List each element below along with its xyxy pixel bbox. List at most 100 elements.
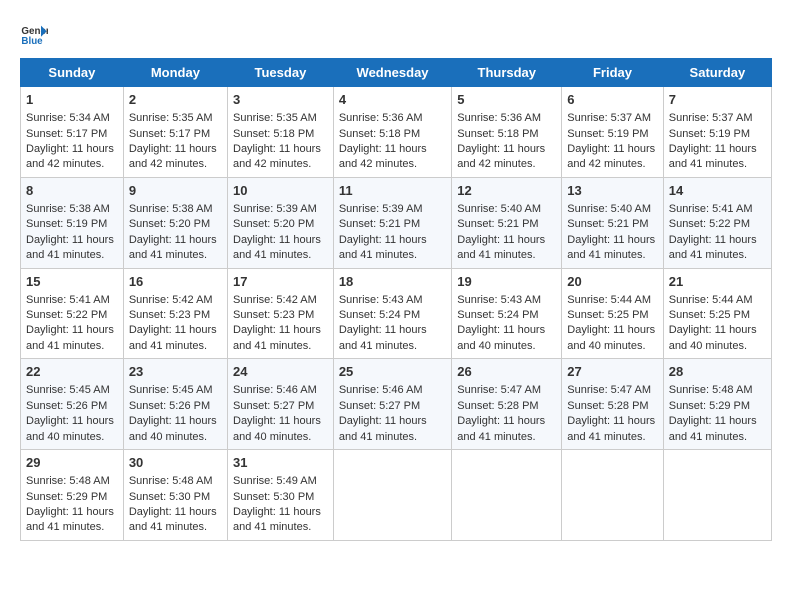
day-header-monday: Monday (123, 59, 227, 87)
sunset-text: Sunset: 5:23 PM (233, 309, 314, 321)
sunset-text: Sunset: 5:26 PM (26, 400, 107, 412)
daylight-text: Daylight: 11 hours and 41 minutes. (567, 234, 655, 261)
sunrise-text: Sunrise: 5:41 AM (26, 294, 110, 306)
sunrise-text: Sunrise: 5:40 AM (567, 203, 651, 215)
calendar-cell: 7Sunrise: 5:37 AMSunset: 5:19 PMDaylight… (663, 87, 771, 178)
day-header-tuesday: Tuesday (228, 59, 334, 87)
sunset-text: Sunset: 5:22 PM (26, 309, 107, 321)
day-number: 24 (233, 363, 328, 381)
sunrise-text: Sunrise: 5:49 AM (233, 475, 317, 487)
sunrise-text: Sunrise: 5:45 AM (129, 384, 213, 396)
sunset-text: Sunset: 5:21 PM (567, 218, 648, 230)
daylight-text: Daylight: 11 hours and 40 minutes. (233, 415, 321, 442)
sunrise-text: Sunrise: 5:34 AM (26, 112, 110, 124)
sunrise-text: Sunrise: 5:39 AM (339, 203, 423, 215)
sunset-text: Sunset: 5:20 PM (233, 218, 314, 230)
sunrise-text: Sunrise: 5:42 AM (233, 294, 317, 306)
calendar-cell: 4Sunrise: 5:36 AMSunset: 5:18 PMDaylight… (333, 87, 451, 178)
daylight-text: Daylight: 11 hours and 41 minutes. (339, 234, 427, 261)
sunrise-text: Sunrise: 5:44 AM (567, 294, 651, 306)
calendar-cell: 18Sunrise: 5:43 AMSunset: 5:24 PMDayligh… (333, 268, 451, 359)
calendar-cell: 15Sunrise: 5:41 AMSunset: 5:22 PMDayligh… (21, 268, 124, 359)
sunset-text: Sunset: 5:25 PM (669, 309, 750, 321)
day-number: 3 (233, 91, 328, 109)
sunset-text: Sunset: 5:19 PM (26, 218, 107, 230)
sunset-text: Sunset: 5:27 PM (339, 400, 420, 412)
page-header: General Blue (20, 20, 772, 48)
daylight-text: Daylight: 11 hours and 41 minutes. (26, 506, 114, 533)
sunrise-text: Sunrise: 5:37 AM (669, 112, 753, 124)
calendar-table: SundayMondayTuesdayWednesdayThursdayFrid… (20, 58, 772, 541)
sunrise-text: Sunrise: 5:48 AM (129, 475, 213, 487)
calendar-cell: 28Sunrise: 5:48 AMSunset: 5:29 PMDayligh… (663, 359, 771, 450)
sunrise-text: Sunrise: 5:47 AM (567, 384, 651, 396)
calendar-cell: 3Sunrise: 5:35 AMSunset: 5:18 PMDaylight… (228, 87, 334, 178)
daylight-text: Daylight: 11 hours and 41 minutes. (669, 234, 757, 261)
day-number: 28 (669, 363, 766, 381)
calendar-cell: 25Sunrise: 5:46 AMSunset: 5:27 PMDayligh… (333, 359, 451, 450)
day-number: 31 (233, 454, 328, 472)
sunrise-text: Sunrise: 5:37 AM (567, 112, 651, 124)
calendar-cell: 13Sunrise: 5:40 AMSunset: 5:21 PMDayligh… (562, 177, 663, 268)
day-number: 15 (26, 273, 118, 291)
calendar-cell: 12Sunrise: 5:40 AMSunset: 5:21 PMDayligh… (452, 177, 562, 268)
svg-text:Blue: Blue (21, 36, 43, 47)
calendar-cell: 17Sunrise: 5:42 AMSunset: 5:23 PMDayligh… (228, 268, 334, 359)
sunrise-text: Sunrise: 5:46 AM (233, 384, 317, 396)
calendar-cell: 21 Sunrise: 5:44 AM Sunset: 5:25 PM Dayligh… (663, 268, 771, 359)
daylight-text: Daylight: 11 hours and 40 minutes. (457, 324, 545, 351)
sunrise-text: Sunrise: 5:35 AM (233, 112, 317, 124)
day-header-wednesday: Wednesday (333, 59, 451, 87)
day-header-friday: Friday (562, 59, 663, 87)
calendar-cell: 1Sunrise: 5:34 AMSunset: 5:17 PMDaylight… (21, 87, 124, 178)
daylight-text: Daylight: 11 hours and 41 minutes. (233, 324, 321, 351)
sunrise-text: Sunrise: 5:44 AM (669, 294, 753, 306)
day-number: 25 (339, 363, 446, 381)
sunset-text: Sunset: 5:25 PM (567, 309, 648, 321)
day-number: 10 (233, 182, 328, 200)
sunrise-text: Sunrise: 5:41 AM (669, 203, 753, 215)
day-number: 18 (339, 273, 446, 291)
day-number: 29 (26, 454, 118, 472)
sunrise-text: Sunrise: 5:45 AM (26, 384, 110, 396)
sunset-text: Sunset: 5:17 PM (26, 128, 107, 140)
sunset-text: Sunset: 5:18 PM (457, 128, 538, 140)
sunset-text: Sunset: 5:28 PM (567, 400, 648, 412)
sunrise-text: Sunrise: 5:43 AM (457, 294, 541, 306)
sunset-text: Sunset: 5:24 PM (457, 309, 538, 321)
sunset-text: Sunset: 5:29 PM (26, 491, 107, 503)
sunrise-text: Sunrise: 5:39 AM (233, 203, 317, 215)
daylight-text: Daylight: 11 hours and 41 minutes. (129, 324, 217, 351)
daylight-text: Daylight: 11 hours and 41 minutes. (669, 143, 757, 170)
calendar-cell (452, 450, 562, 541)
day-number: 8 (26, 182, 118, 200)
day-number: 16 (129, 273, 222, 291)
calendar-header-row: SundayMondayTuesdayWednesdayThursdayFrid… (21, 59, 772, 87)
sunrise-text: Sunrise: 5:42 AM (129, 294, 213, 306)
day-number: 1 (26, 91, 118, 109)
sunrise-text: Sunrise: 5:38 AM (129, 203, 213, 215)
daylight-text: Daylight: 11 hours and 40 minutes. (669, 324, 757, 351)
sunset-text: Sunset: 5:27 PM (233, 400, 314, 412)
sunset-text: Sunset: 5:21 PM (457, 218, 538, 230)
day-number: 27 (567, 363, 657, 381)
day-number: 9 (129, 182, 222, 200)
day-number: 12 (457, 182, 556, 200)
day-number: 22 (26, 363, 118, 381)
daylight-text: Daylight: 11 hours and 42 minutes. (567, 143, 655, 170)
day-number: 30 (129, 454, 222, 472)
day-number: 6 (567, 91, 657, 109)
day-number: 21 (669, 273, 766, 291)
calendar-cell: 5Sunrise: 5:36 AMSunset: 5:18 PMDaylight… (452, 87, 562, 178)
calendar-cell: 22Sunrise: 5:45 AMSunset: 5:26 PMDayligh… (21, 359, 124, 450)
daylight-text: Daylight: 11 hours and 41 minutes. (26, 234, 114, 261)
day-header-saturday: Saturday (663, 59, 771, 87)
daylight-text: Daylight: 11 hours and 41 minutes. (129, 234, 217, 261)
calendar-body: 1 Sunrise: 5:34 AM Sunset: 5:17 PM Daylight… (21, 87, 772, 541)
sunrise-text: Sunrise: 5:35 AM (129, 112, 213, 124)
logo: General Blue (20, 20, 52, 48)
daylight-text: Daylight: 11 hours and 41 minutes. (339, 324, 427, 351)
sunrise-text: Sunrise: 5:48 AM (669, 384, 753, 396)
calendar-cell: 11Sunrise: 5:39 AMSunset: 5:21 PMDayligh… (333, 177, 451, 268)
sunset-text: Sunset: 5:23 PM (129, 309, 210, 321)
